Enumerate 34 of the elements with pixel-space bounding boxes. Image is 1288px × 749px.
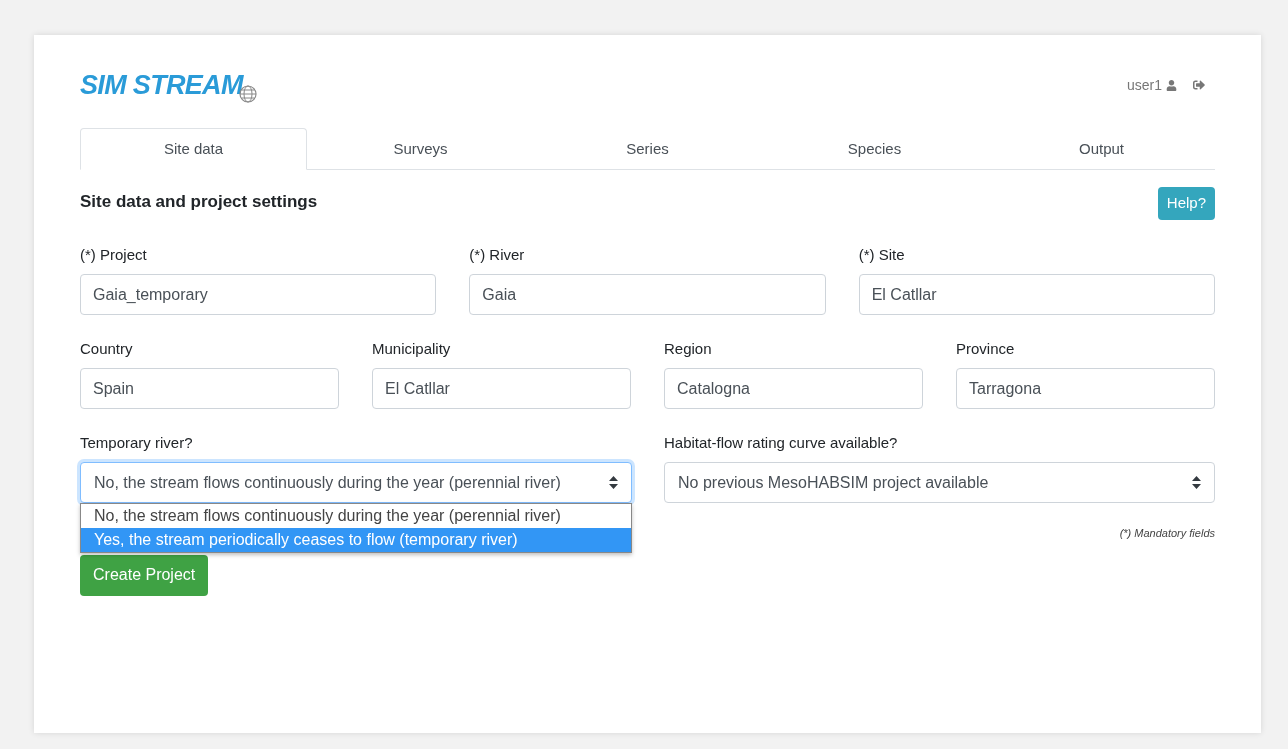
input-field[interactable]: Gaia xyxy=(469,274,826,315)
field-label: Municipality xyxy=(372,339,452,359)
field-label: Habitat-flow rating curve available? xyxy=(664,433,899,453)
dropdown-option[interactable]: No, the stream flows continuously during the year (perennial river) xyxy=(81,504,631,528)
input-field[interactable]: Spain xyxy=(80,368,339,409)
section-title: Site data and project settings xyxy=(80,191,318,213)
field-label: Country xyxy=(80,339,134,359)
tab[interactable]: Surveys xyxy=(307,128,534,170)
select-value: No, the stream flows continuously during the year (perennial river) xyxy=(94,472,561,493)
logo: SIM STREAM xyxy=(80,71,243,99)
input-field[interactable]: Gaia_temporary xyxy=(80,274,437,315)
tab[interactable]: Site data xyxy=(80,128,307,170)
mandatory-note: (*) Mandatory fields xyxy=(1119,526,1215,541)
sort-caret-icon xyxy=(609,476,618,489)
username: user1 xyxy=(1126,75,1162,95)
field-label: Province xyxy=(956,339,1016,359)
select-value: No previous MesoHABSIM project available xyxy=(678,472,989,493)
input-field[interactable]: Tarragona xyxy=(956,368,1215,409)
select-field[interactable]: No previous MesoHABSIM project available xyxy=(664,462,1215,503)
field-label: Region xyxy=(664,339,713,359)
tab[interactable]: Species xyxy=(761,128,988,170)
input-field[interactable]: Catalogna xyxy=(664,368,923,409)
field-label: Temporary river? xyxy=(80,433,194,453)
logout-icon[interactable] xyxy=(1193,79,1205,91)
tab[interactable]: Series xyxy=(534,128,761,170)
user-icon[interactable] xyxy=(1166,79,1177,91)
select-field[interactable]: No, the stream flows continuously during the year (perennial river) xyxy=(80,462,632,503)
tab[interactable]: Output xyxy=(988,128,1215,170)
input-field[interactable]: El Catllar xyxy=(372,368,631,409)
input-field[interactable]: El Catllar xyxy=(858,274,1215,315)
field-label: (*) Site xyxy=(858,245,906,265)
sort-caret-icon xyxy=(1192,476,1201,489)
field-label: (*) River xyxy=(469,245,526,265)
field-label: (*) Project xyxy=(80,245,148,265)
